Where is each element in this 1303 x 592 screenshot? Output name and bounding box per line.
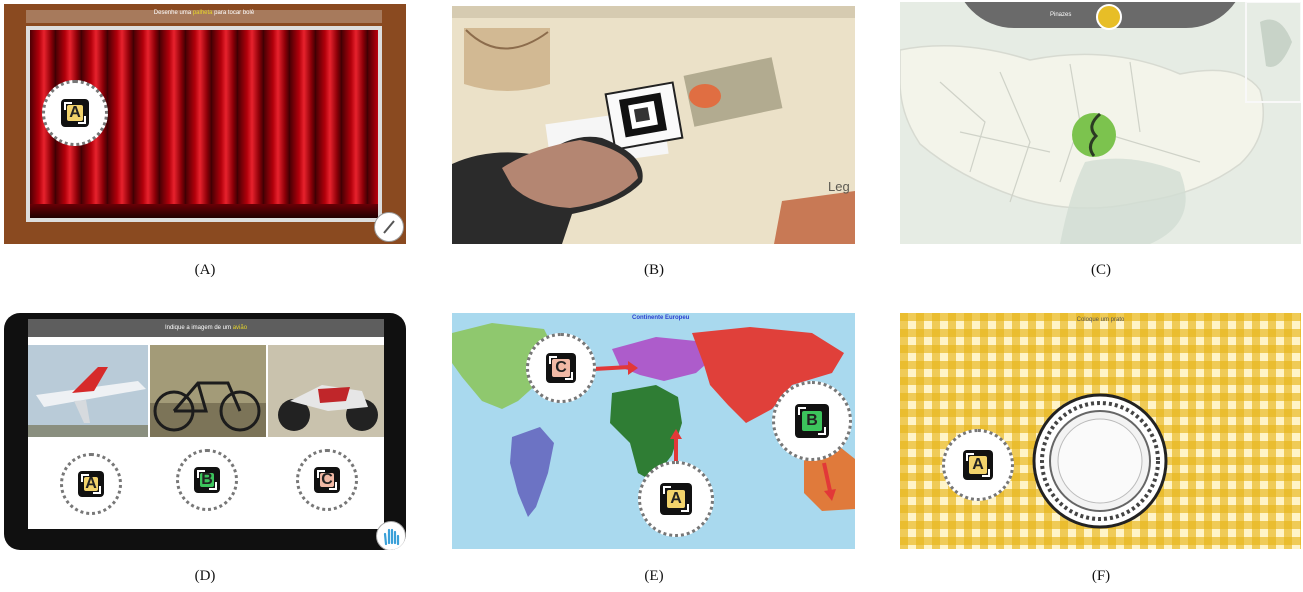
panel-e: Continente Europeu C B A bbox=[452, 313, 855, 549]
marker-c[interactable]: C bbox=[296, 449, 358, 511]
marker-a[interactable]: A bbox=[942, 429, 1014, 501]
header-bar: Indique a imagem de um avião bbox=[28, 319, 384, 337]
header-text-end: para tocar bolê bbox=[212, 10, 255, 16]
plate-icon bbox=[1032, 393, 1168, 529]
stage-floor bbox=[30, 204, 378, 218]
caption-a: (A) bbox=[194, 262, 216, 278]
header-text: Desenhe uma bbox=[153, 10, 193, 16]
header-keyword: palheta bbox=[192, 10, 213, 16]
caption-b: (B) bbox=[644, 262, 664, 278]
title-label: Pinazes bbox=[1050, 12, 1072, 18]
panel-a: Desenhe uma palheta para tocar bolê A bbox=[4, 4, 406, 244]
hand-icon[interactable] bbox=[376, 521, 406, 550]
pen-icon[interactable] bbox=[374, 212, 404, 242]
map-title: Continente Europeu bbox=[632, 315, 690, 321]
panel-c: Pinazes bbox=[900, 2, 1301, 244]
marker-c[interactable]: C bbox=[526, 333, 596, 403]
caption-d: (D) bbox=[194, 568, 216, 584]
emblem-icon bbox=[1096, 4, 1122, 30]
marker-b[interactable]: B bbox=[772, 381, 852, 461]
panel-f: Coloque um prato A bbox=[900, 313, 1301, 549]
header-text: Coloque um prato bbox=[1076, 317, 1125, 323]
header-text: Indique a imagem de um bbox=[164, 325, 233, 331]
marker-a[interactable]: A bbox=[42, 80, 108, 146]
image-row bbox=[28, 345, 384, 437]
panel-b: Leg bbox=[452, 6, 855, 244]
tabletop-scene bbox=[452, 6, 855, 244]
marker-a[interactable]: A bbox=[60, 453, 122, 515]
header-bar: Desenhe uma palheta para tocar bolê bbox=[26, 10, 382, 23]
caption-e: (E) bbox=[644, 568, 664, 584]
marker-a[interactable]: A bbox=[638, 461, 714, 537]
header-keyword: avião bbox=[232, 325, 248, 331]
panel-d: Indique a imagem de um avião A B C bbox=[4, 313, 406, 550]
projected-label: Leg bbox=[828, 179, 850, 194]
marker-b[interactable]: B bbox=[176, 449, 238, 511]
map-madeira bbox=[900, 2, 1301, 244]
tablet-screen: Indique a imagem de um avião A B C bbox=[28, 319, 384, 529]
caption-c: (C) bbox=[1091, 262, 1111, 278]
caption-f: (F) bbox=[1091, 568, 1111, 584]
